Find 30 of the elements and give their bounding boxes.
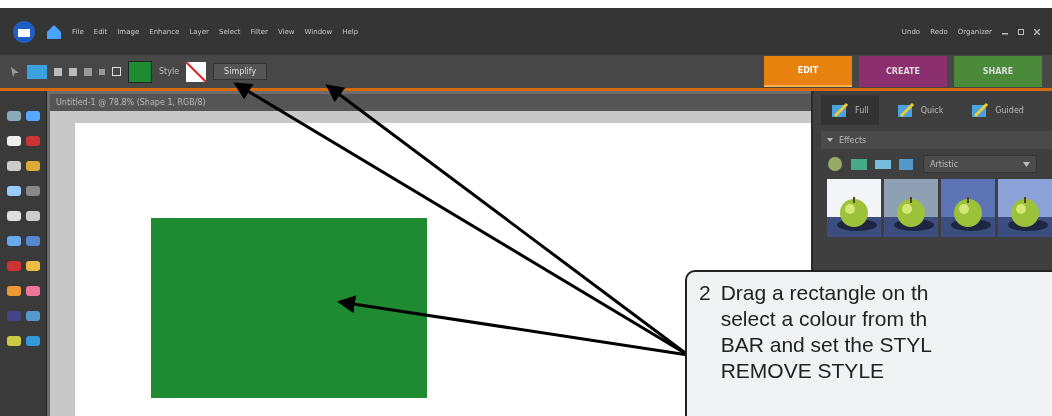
color-swatch[interactable] [128, 60, 152, 83]
mode-button[interactable]: Quick [886, 95, 954, 125]
simplify-button[interactable]: Simplify [213, 63, 268, 80]
shape-icon[interactable] [27, 64, 47, 79]
instruction-text: BAR and set the STYL [720, 332, 932, 358]
styles-icon[interactable] [851, 156, 867, 172]
panel-tab[interactable]: CREATE [859, 56, 947, 87]
pencil-icon [896, 102, 915, 118]
triangle-icon [827, 137, 833, 143]
pencil-icon [831, 102, 849, 118]
exclude-shape-icon[interactable] [112, 67, 121, 76]
camera-icon[interactable] [12, 19, 36, 44]
maximize-icon[interactable] [1018, 28, 1024, 35]
close-icon[interactable] [1034, 28, 1040, 35]
step-number: 2 [699, 280, 711, 306]
style-label: Style [159, 67, 180, 76]
caret-icon [1023, 161, 1030, 167]
category-dropdown[interactable]: Artistic [923, 155, 1037, 173]
instruction-text: select a colour from th [720, 306, 929, 332]
mode-button[interactable]: Guided [961, 95, 1034, 125]
instruction-text: REMOVE STYLE [720, 358, 886, 384]
panel-header[interactable]: Effects [821, 131, 1052, 149]
no-style-icon[interactable] [186, 61, 207, 82]
layers-icon[interactable] [899, 156, 915, 172]
mode-button[interactable]: Full [821, 95, 879, 125]
document-tab[interactable]: Untitled-1 @ 78.8% (Shape 1, RGB/8) [50, 94, 811, 111]
home-icon[interactable] [46, 23, 62, 40]
filters-icon[interactable] [827, 156, 843, 172]
pencil-icon [971, 102, 990, 118]
instruction-text: Drag a rectangle on th [720, 280, 930, 306]
